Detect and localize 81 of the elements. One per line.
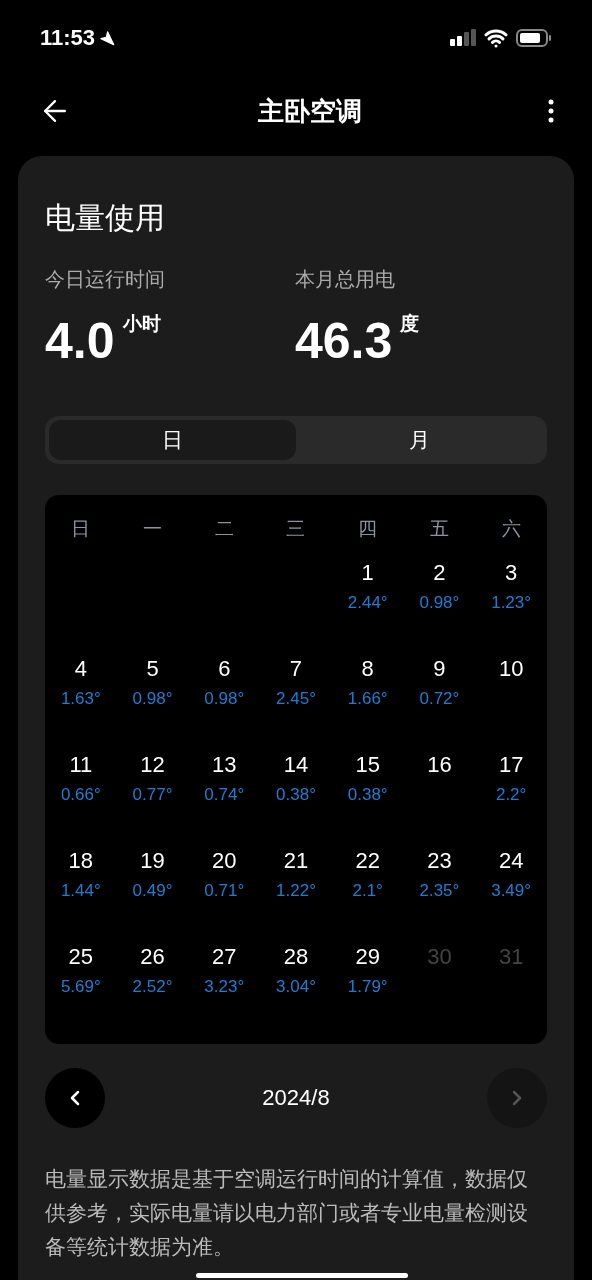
day-usage: 0.38°	[276, 783, 316, 806]
day-usage: 1.63°	[60, 687, 101, 710]
weekday-label: 六	[501, 517, 521, 541]
day-usage: 1.66°	[347, 687, 388, 710]
day-number[interactable]: 16	[427, 749, 452, 780]
weekday-label: 日	[71, 517, 91, 541]
day-number[interactable]: 6	[218, 653, 231, 684]
stat-value: 46.3	[295, 314, 393, 368]
day-number[interactable]: 5	[146, 653, 159, 684]
weekday-label: 四	[358, 517, 378, 541]
day-number[interactable]: 27	[212, 941, 237, 972]
day-usage: 3.04°	[276, 975, 316, 998]
day-number[interactable]: 20	[212, 845, 237, 876]
day-number[interactable]: 28	[283, 941, 309, 972]
more-icon	[548, 99, 554, 123]
day-usage: 2.1°	[352, 879, 383, 902]
day-usage: 0.38°	[347, 783, 388, 806]
period-label: 2024/8	[262, 1084, 330, 1112]
day-usage: 2.52°	[132, 975, 173, 998]
day-number[interactable]: 23	[427, 845, 452, 876]
day-number[interactable]: 18	[68, 845, 94, 876]
stat-label: 今日运行时间	[45, 267, 166, 292]
stat-value: 4.0	[45, 314, 115, 368]
weekday-label: 三	[286, 517, 306, 541]
day-usage: 1.44°	[60, 879, 101, 902]
day-number[interactable]: 3	[505, 557, 518, 588]
day-usage: 0.71°	[204, 879, 245, 902]
day-usage: 0.98°	[132, 687, 173, 710]
day-usage: 0.98°	[419, 591, 460, 614]
signal-icon	[450, 28, 476, 47]
day-usage: 2.2°	[495, 783, 527, 806]
stat-label: 本月总用电	[295, 267, 396, 292]
day-usage: 0.98°	[204, 687, 245, 710]
page-title: 主卧空调	[258, 94, 362, 128]
day-number[interactable]: 17	[498, 749, 524, 780]
day-usage: 5.69°	[60, 975, 101, 998]
day-number[interactable]: 14	[283, 749, 309, 780]
day-number[interactable]: 4	[74, 653, 87, 684]
day-usage: 3.23°	[204, 975, 245, 998]
stat-unit: 度	[400, 312, 420, 336]
note-text: 电量显示数据是基于空调运行时间的计算值，数据仅供参考，实际电量请以电力部门或者专业电量检测设备等统计数据为准。	[45, 1165, 529, 1260]
card-title: 电量使用	[45, 200, 166, 236]
tab[interactable]: 日	[49, 420, 296, 460]
tab[interactable]: 月	[296, 420, 543, 460]
day-number[interactable]: 21	[283, 845, 309, 876]
day-number[interactable]: 15	[355, 749, 380, 780]
day-usage: 0.72°	[419, 687, 460, 710]
day-usage: 0.77°	[132, 783, 173, 806]
menu-button[interactable]	[548, 99, 554, 123]
day-number[interactable]: 9	[433, 653, 446, 684]
weekday-label: 二	[214, 517, 234, 541]
status-time: 11:53	[40, 24, 96, 52]
day-usage: 0.49°	[132, 879, 173, 902]
day-number[interactable]: 25	[68, 941, 94, 972]
day-usage: 2.44°	[347, 591, 388, 614]
day-usage: 2.35°	[419, 879, 460, 902]
day-number[interactable]: 22	[355, 845, 380, 876]
day-number[interactable]: 2	[433, 557, 446, 588]
day-usage: 1.79°	[347, 975, 388, 998]
day-usage: 1.23°	[491, 591, 532, 614]
day-number[interactable]: 7	[289, 653, 303, 684]
stat-unit: 小时	[122, 312, 161, 336]
day-number[interactable]: 29	[355, 941, 380, 972]
battery-icon	[516, 28, 552, 47]
day-usage: 0.66°	[60, 783, 101, 806]
day-number[interactable]: 1	[361, 557, 374, 588]
day-number[interactable]: 19	[140, 845, 165, 876]
day-number[interactable]: 10	[498, 653, 524, 684]
day-usage: 1.22°	[276, 879, 316, 902]
day-usage: 3.49°	[491, 879, 532, 902]
weekday-label: 五	[429, 517, 449, 541]
location-icon	[99, 29, 116, 46]
weekday-label: 一	[143, 517, 163, 541]
day-usage: 2.45°	[276, 687, 316, 710]
day-number[interactable]: 11	[69, 749, 93, 780]
day-number[interactable]: 24	[498, 845, 524, 876]
day-number[interactable]: 8	[361, 653, 374, 684]
day-number[interactable]: 26	[140, 941, 165, 972]
day-usage: 0.74°	[204, 783, 245, 806]
day-number[interactable]: 12	[140, 749, 165, 780]
day-number[interactable]: 13	[212, 749, 237, 780]
